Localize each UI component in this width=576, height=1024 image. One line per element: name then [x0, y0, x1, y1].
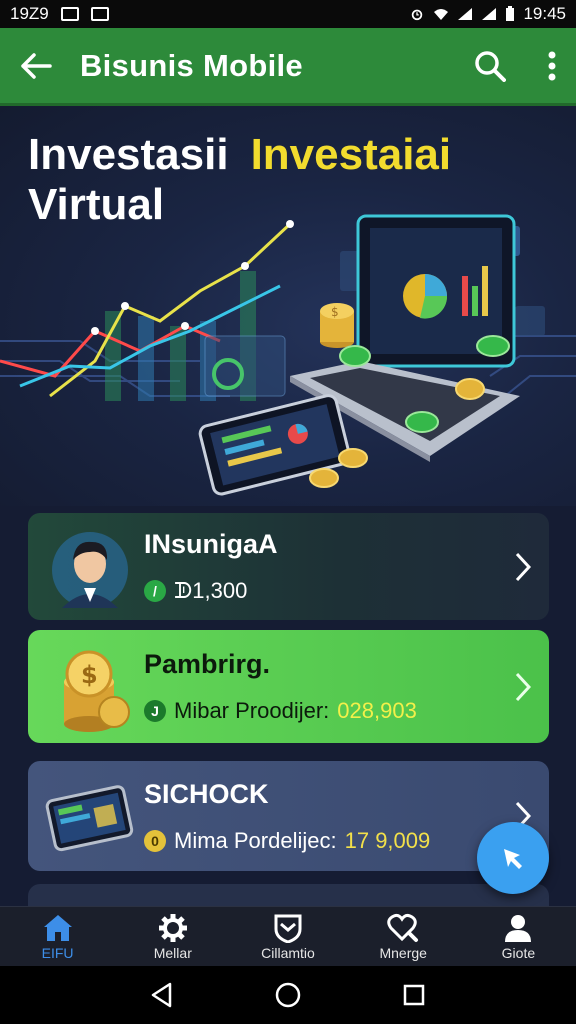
- shield-icon: [274, 914, 302, 943]
- chevron-right-icon: [515, 552, 531, 581]
- alarm-icon: [412, 9, 423, 21]
- nav-label: Mellar: [153, 944, 192, 961]
- cursor-icon: [504, 849, 522, 869]
- app-bar: Bisunis Mobile: [0, 28, 576, 106]
- status-bar: 19Z9 19:45: [0, 0, 576, 28]
- card-title: Pambrirg.: [144, 649, 271, 679]
- card-title: SICHOCK: [144, 778, 269, 809]
- card-meta-value: 028,903: [337, 698, 417, 723]
- gear-icon: [158, 913, 187, 942]
- signal-icon-2: [482, 8, 497, 20]
- hero-banner: $ Investasii Investaiai Virtual: [0, 106, 576, 506]
- nav-item-cillamtio[interactable]: Cillamtio: [230, 907, 345, 966]
- hero-title: Investasii Investaiai Virtual: [28, 130, 451, 230]
- hero-title-yellow: Investaiai: [250, 130, 452, 179]
- notification-icon-2: [90, 7, 109, 21]
- home-icon: [43, 914, 72, 941]
- list-card-pambrirg[interactable]: $ Pambrirg. J Mibar Proodijer: 028,903: [28, 630, 549, 743]
- status-badge: /: [144, 580, 166, 602]
- card-meta-value: 17 9,009: [344, 827, 431, 853]
- home-circle-icon[interactable]: [274, 981, 302, 1009]
- back-triangle-icon[interactable]: [150, 982, 174, 1008]
- nav-item-giote[interactable]: Giote: [461, 907, 576, 966]
- list-card-insunigaa[interactable]: INsunigaA / ᗫ1,300: [28, 513, 549, 620]
- coins-thumbnail: $: [40, 642, 140, 732]
- nav-item-mnerge[interactable]: Mnerge: [346, 907, 461, 966]
- svg-text:$: $: [331, 305, 339, 319]
- phone-thumbnail: [40, 771, 140, 861]
- nav-label: EIFU: [41, 944, 74, 961]
- wifi-icon: [434, 9, 449, 20]
- card-title: INsunigaA: [144, 529, 278, 559]
- nav-item-mellar[interactable]: Mellar: [115, 907, 230, 966]
- card-meta: ᗫ1,300: [174, 578, 248, 603]
- heart-search-icon: [387, 913, 419, 942]
- nav-label: Mnerge: [379, 944, 427, 961]
- status-time-left: 19Z9: [10, 4, 49, 23]
- status-badge: 0: [144, 829, 166, 852]
- status-time: 19:45: [523, 4, 566, 23]
- search-icon[interactable]: [474, 50, 506, 82]
- app-title: Bisunis Mobile: [80, 47, 303, 83]
- nav-label: Cillamtio: [261, 944, 315, 961]
- bottom-navigation: EIFU Mellar Cillamtio Mnerge Giote: [0, 906, 576, 966]
- avatar: [40, 522, 140, 612]
- list-card-sichock[interactable]: SICHOCK 0 Mima Pordelijec: 17 9,009: [28, 761, 549, 871]
- hero-title-line2: Virtual: [28, 180, 165, 229]
- more-vert-icon[interactable]: [548, 51, 556, 81]
- status-badge: J: [144, 700, 166, 722]
- back-arrow-icon[interactable]: [20, 52, 52, 80]
- floating-action-button[interactable]: [477, 822, 549, 894]
- system-navigation-bar: [0, 966, 576, 1024]
- signal-icon: [458, 8, 473, 20]
- card-meta: Mibar Proodijer:: [174, 698, 330, 723]
- recents-square-icon[interactable]: [402, 983, 426, 1007]
- chevron-right-icon: [515, 672, 531, 701]
- svg-text:$: $: [81, 661, 98, 689]
- card-meta: Mima Pordelijec:: [174, 827, 337, 853]
- nav-item-home[interactable]: EIFU: [0, 907, 115, 966]
- user-icon: [505, 914, 532, 942]
- nav-label: Giote: [501, 944, 536, 961]
- battery-icon: [506, 6, 515, 21]
- notification-icon: [60, 7, 79, 21]
- hero-title-white: Investasii: [28, 130, 229, 179]
- list-card-partial[interactable]: [28, 884, 549, 906]
